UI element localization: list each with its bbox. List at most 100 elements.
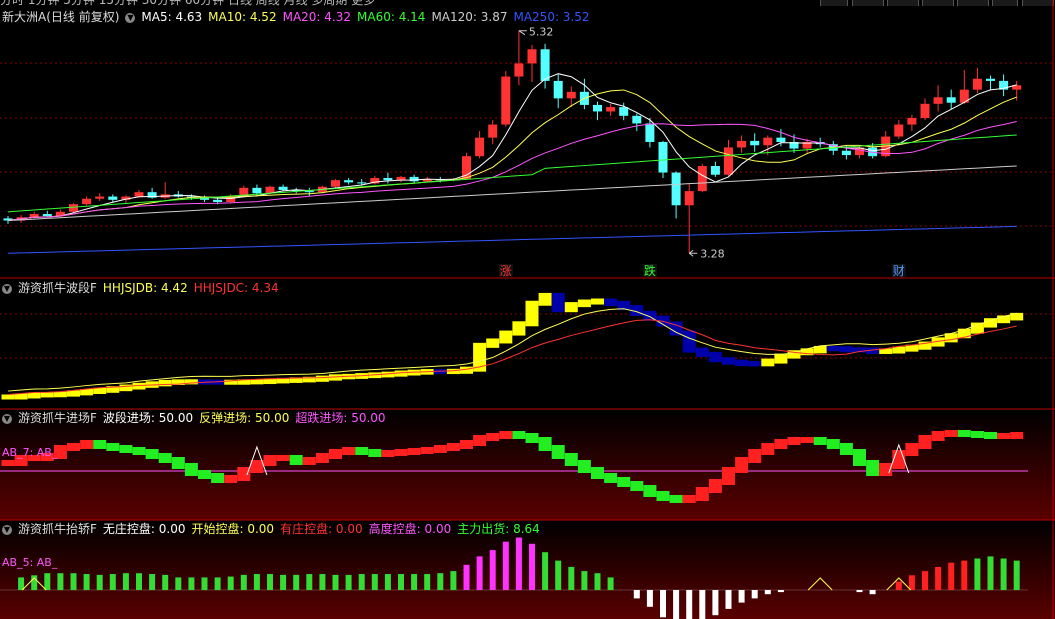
ma250-line xyxy=(7,225,1017,254)
histogram-bar xyxy=(673,590,680,619)
event-marker: 涨 xyxy=(500,263,512,278)
ma20-line xyxy=(7,121,1017,222)
histogram-bar xyxy=(961,560,968,590)
collapse-icon[interactable]: ▼ xyxy=(2,283,12,294)
wave-block xyxy=(486,338,500,348)
entry-block xyxy=(656,491,670,501)
candle-body xyxy=(331,180,340,187)
entry-block xyxy=(237,467,251,481)
histogram-bar xyxy=(18,577,25,590)
candle-body xyxy=(69,204,78,212)
wave-block xyxy=(525,300,539,327)
histogram-bar xyxy=(725,590,732,609)
histogram-bar xyxy=(149,574,156,590)
entry-block xyxy=(67,443,80,451)
histogram-bar xyxy=(922,571,928,590)
panel2-value-0: HHJSJDB: 4.42 xyxy=(102,281,188,295)
histogram-bar xyxy=(607,577,614,590)
histogram-bar xyxy=(856,590,863,593)
histogram-bar xyxy=(529,543,535,590)
entry-block xyxy=(106,443,120,451)
histogram-bar xyxy=(371,574,378,590)
histogram-bar xyxy=(214,577,221,590)
wave-block xyxy=(682,330,696,353)
entry-block xyxy=(774,439,788,449)
candle-body xyxy=(684,191,694,206)
wave-block xyxy=(708,351,722,363)
histogram-bar xyxy=(869,590,876,595)
entry-block xyxy=(813,437,827,445)
histogram-bar xyxy=(345,574,352,590)
panel3-legend: 波段进场: 50.00 反弹进场: 50.00 超跌进场: 50.00 xyxy=(103,411,392,425)
panel3-value-0: 波段进场: 50.00 xyxy=(102,411,194,425)
histogram-bar xyxy=(568,566,575,590)
wave-block xyxy=(93,387,107,394)
ma-legend: MA5: 4.63 MA10: 4.52 MA20: 4.32 MA60: 4.14 M… xyxy=(141,10,595,24)
entry-block xyxy=(866,460,880,476)
wave-block xyxy=(722,357,735,365)
histogram-bar xyxy=(267,574,273,590)
entry-block xyxy=(486,433,500,441)
wave-block xyxy=(774,353,788,364)
entry-block xyxy=(853,449,866,466)
wave-block xyxy=(761,358,775,367)
entry-block xyxy=(787,437,801,445)
entry-block xyxy=(551,445,565,459)
candle-body xyxy=(488,124,498,138)
histogram-bar xyxy=(646,590,653,607)
histogram-bar xyxy=(83,574,90,590)
wave-block xyxy=(591,298,604,305)
collapse-icon[interactable]: ▼ xyxy=(2,524,12,535)
histogram-bar xyxy=(542,552,549,590)
entry-block xyxy=(407,448,421,455)
wave-block xyxy=(158,379,172,387)
histogram-bar xyxy=(96,574,103,590)
entry-block xyxy=(394,449,408,456)
entry-block xyxy=(643,485,657,497)
entry-block xyxy=(263,455,277,466)
entry-block xyxy=(145,449,159,459)
histogram-bar xyxy=(974,558,981,590)
low-pointer xyxy=(688,249,698,257)
stock-title: 新大洲A(日线 前复权) xyxy=(2,10,120,24)
wave-block xyxy=(14,393,28,400)
candle-body xyxy=(658,142,668,173)
histogram-bar xyxy=(908,575,915,590)
candle-body xyxy=(252,187,262,194)
entry-block xyxy=(944,430,958,437)
histogram-bar xyxy=(162,574,169,590)
panel4-value-3: 高度控盘: 0.00 xyxy=(368,522,452,536)
candle-body xyxy=(213,199,223,202)
ma-value-0: MA5: 4.63 xyxy=(141,10,203,24)
entry-block xyxy=(800,437,814,443)
candle-body xyxy=(409,176,419,182)
candle-body xyxy=(606,107,616,112)
histogram-bar xyxy=(398,574,404,590)
entry-block xyxy=(329,449,342,459)
collapse-icon[interactable]: ▼ xyxy=(2,413,12,424)
panel3-title: 游资抓牛进场F xyxy=(18,411,97,425)
wave-block xyxy=(315,375,329,382)
panel2-title: 游资抓牛波段F xyxy=(18,281,97,295)
entry-block xyxy=(276,455,290,461)
panel3-side-label: AB_7: AB_ xyxy=(2,446,58,459)
candle-body xyxy=(776,137,786,142)
histogram-bar xyxy=(895,581,902,590)
entry-block xyxy=(708,479,722,493)
histogram-bar xyxy=(450,571,457,590)
histogram-bar xyxy=(502,541,509,590)
entry-block xyxy=(695,487,709,501)
entry-block xyxy=(446,443,460,451)
entry-block xyxy=(538,437,552,451)
candle-body xyxy=(42,214,52,217)
entry-block xyxy=(499,431,513,439)
entry-block xyxy=(735,457,749,473)
entry-block xyxy=(577,460,591,473)
histogram-bar xyxy=(332,574,339,590)
wave-block xyxy=(577,299,591,308)
collapse-icon[interactable]: ▼ xyxy=(125,12,136,23)
candle-body xyxy=(501,76,511,125)
panel4-value-4: 主力出货: 8.64 xyxy=(457,522,540,536)
candle-body xyxy=(972,78,982,90)
wave-block xyxy=(695,347,709,357)
